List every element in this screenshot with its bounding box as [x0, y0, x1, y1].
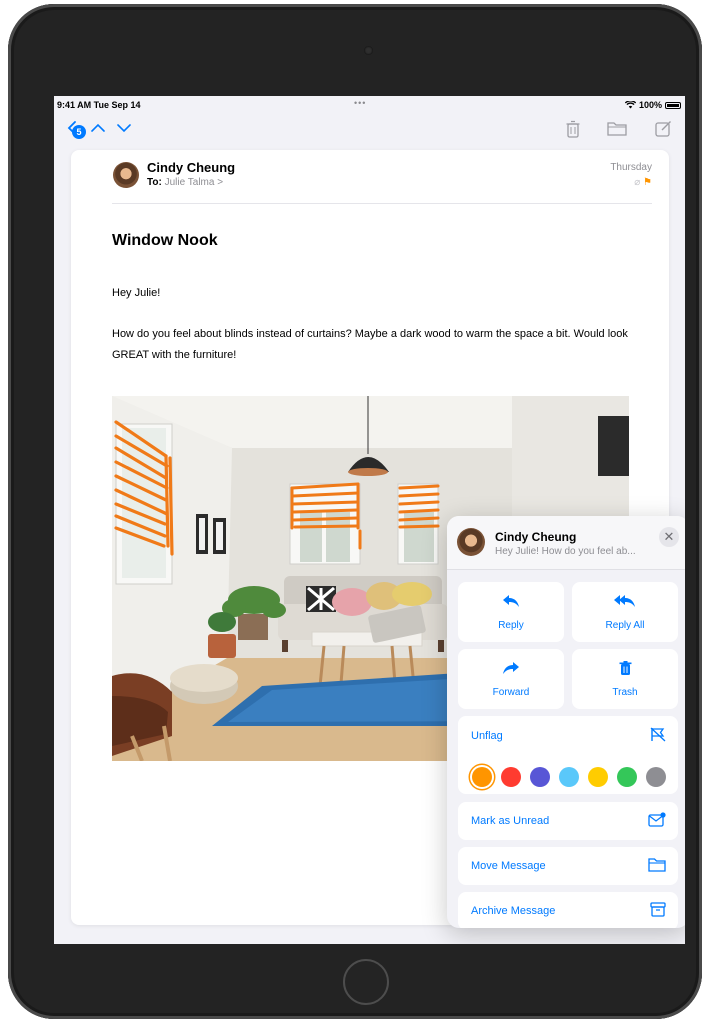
reply-all-label: Reply All [605, 620, 645, 631]
trash-icon[interactable] [566, 120, 580, 142]
trash-button[interactable]: Trash [572, 649, 678, 709]
reply-all-button[interactable]: Reply All [572, 582, 678, 642]
sender-avatar[interactable] [113, 162, 139, 188]
mark-as-unread-label: Mark as Unread [471, 815, 550, 827]
unread-envelope-icon [648, 812, 666, 830]
battery-icon [665, 101, 681, 109]
message-actions-popover: Cindy Cheung Hey Julie! How do you feel … [447, 516, 685, 928]
folder-icon [648, 857, 666, 875]
compose-icon[interactable] [655, 120, 672, 141]
paperclip-icon: ⌀ [634, 177, 641, 188]
popover-sender-name: Cindy Cheung [495, 530, 577, 544]
recipient-name[interactable]: Julie Talma > [165, 177, 223, 188]
popover-message-preview: Hey Julie! How do you feel ab... [495, 546, 636, 557]
popover-header: Cindy Cheung Hey Julie! How do you feel … [447, 516, 685, 570]
forward-icon [458, 661, 564, 680]
wifi-icon [624, 101, 636, 109]
message-subject: Window Nook [112, 232, 218, 249]
chevron-down-icon[interactable] [116, 120, 132, 140]
reply-button[interactable]: Reply [458, 582, 564, 642]
forward-button[interactable]: Forward [458, 649, 564, 709]
flag-section: Unflag [458, 716, 678, 794]
home-button[interactable] [343, 959, 389, 1005]
close-icon[interactable]: ✕ [659, 527, 679, 547]
trash-label: Trash [612, 687, 638, 698]
message-card: Cindy Cheung To: Julie Talma > Thursday … [71, 150, 685, 928]
flag-color-orange[interactable] [472, 767, 492, 787]
flag-color-gray[interactable] [646, 767, 666, 787]
status-bar: 9:41 AM Tue Sep 14 ••• 100% [54, 96, 685, 114]
battery-percent: 100% [638, 100, 662, 110]
archive-message-button[interactable]: Archive Message [458, 892, 678, 928]
chevron-up-icon[interactable] [90, 120, 106, 140]
unread-count-badge[interactable]: 5 [72, 125, 86, 139]
flag-color-purple[interactable] [530, 767, 550, 787]
reply-all-icon [572, 594, 678, 613]
header-divider [112, 203, 652, 204]
unflag-icon[interactable] [650, 727, 666, 745]
reply-icon [458, 594, 564, 613]
status-time: 9:41 AM Tue Sep 14 [57, 100, 141, 110]
mail-toolbar: 5 [54, 118, 685, 144]
screen: 9:41 AM Tue Sep 14 ••• 100% 5 Cindy Cheu… [54, 96, 685, 944]
flag-color-yellow[interactable] [588, 767, 608, 787]
move-message-button[interactable]: Move Message [458, 847, 678, 885]
reply-label: Reply [498, 620, 524, 631]
message-body: How do you feel about blinds instead of … [112, 328, 628, 361]
flag-color-green[interactable] [617, 767, 637, 787]
front-camera [364, 46, 373, 55]
unflag-button[interactable]: Unflag [471, 730, 503, 742]
ipad-device: 9:41 AM Tue Sep 14 ••• 100% 5 Cindy Cheu… [8, 4, 702, 1019]
sender-name[interactable]: Cindy Cheung [147, 160, 235, 175]
folder-icon[interactable] [607, 120, 627, 140]
trash-icon [572, 661, 678, 681]
archive-message-label: Archive Message [471, 905, 556, 917]
to-label: To: [147, 177, 162, 188]
flag-icon: ⚑ [643, 177, 652, 188]
message-indicators: ⌀ ⚑ [634, 177, 652, 188]
recipient-line[interactable]: To: Julie Talma > [147, 177, 223, 188]
message-date: Thursday [610, 162, 652, 173]
popover-sender-avatar [457, 528, 485, 556]
archive-box-icon [650, 902, 666, 920]
mark-as-unread-button[interactable]: Mark as Unread [458, 802, 678, 840]
forward-label: Forward [492, 687, 530, 698]
move-message-label: Move Message [471, 860, 546, 872]
multitasking-dots[interactable]: ••• [354, 98, 366, 108]
message-greeting: Hey Julie! [112, 287, 161, 299]
status-indicators: 100% [624, 100, 681, 110]
flag-color-red[interactable] [501, 767, 521, 787]
flag-color-blue[interactable] [559, 767, 579, 787]
